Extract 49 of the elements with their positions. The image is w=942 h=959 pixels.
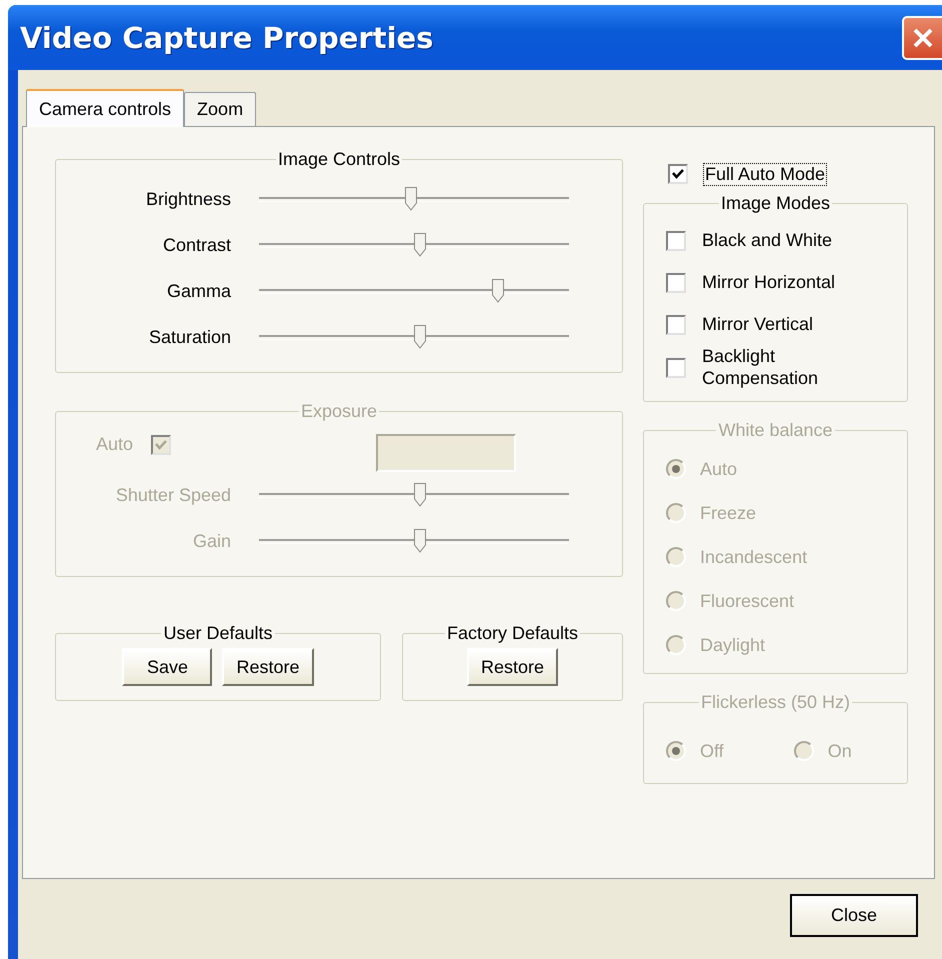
slider[interactable] bbox=[259, 278, 569, 304]
radio-label: Off bbox=[700, 740, 724, 762]
slider-thumb[interactable] bbox=[414, 325, 426, 349]
checkbox-label: Black and White bbox=[702, 230, 832, 252]
radio-label: Auto bbox=[700, 458, 738, 480]
close-button[interactable]: Close bbox=[790, 894, 918, 937]
slider-label: Gain bbox=[192, 530, 231, 552]
slider-label: Contrast bbox=[162, 234, 231, 256]
checkbox[interactable] bbox=[666, 273, 686, 293]
slider-thumb[interactable] bbox=[414, 233, 426, 257]
slider-label: Shutter Speed bbox=[116, 484, 231, 506]
group-title: Image Controls bbox=[276, 149, 402, 170]
group-title: Exposure bbox=[300, 401, 378, 422]
checkbox-label: Backlight Compensation bbox=[702, 346, 820, 390]
radio-label: Freeze bbox=[700, 502, 756, 524]
slider-thumb[interactable] bbox=[404, 187, 417, 211]
defaults-button[interactable]: Save bbox=[122, 648, 212, 686]
checkbox-label: Mirror Horizontal bbox=[702, 272, 836, 294]
close-icon[interactable] bbox=[902, 16, 942, 60]
group-title: Factory Defaults bbox=[446, 623, 580, 644]
group-title: White balance bbox=[717, 420, 834, 442]
slider[interactable] bbox=[259, 324, 569, 350]
radio-label: Incandescent bbox=[700, 546, 808, 568]
checkbox[interactable] bbox=[666, 231, 686, 251]
checkbox-label: Mirror Vertical bbox=[702, 314, 814, 336]
slider-label: Brightness bbox=[146, 188, 231, 210]
slider-thumb[interactable] bbox=[492, 279, 504, 303]
checkbox-label: Full Auto Mode bbox=[704, 164, 826, 184]
checkbox-label: Auto bbox=[96, 434, 134, 455]
radio-label: Fluorescent bbox=[700, 590, 794, 612]
checkmark-icon bbox=[155, 438, 168, 450]
slider[interactable] bbox=[259, 186, 569, 212]
tab[interactable]: Zoom bbox=[184, 92, 256, 126]
group-title: Image Modes bbox=[720, 193, 832, 214]
group-title: User Defaults bbox=[162, 623, 274, 644]
checkbox[interactable] bbox=[666, 315, 686, 335]
slider-label: Saturation bbox=[148, 326, 231, 348]
defaults-button[interactable]: Restore bbox=[222, 648, 314, 686]
checkmark-icon bbox=[672, 168, 684, 180]
tab[interactable]: Camera controls bbox=[26, 89, 184, 127]
slider[interactable] bbox=[259, 232, 569, 258]
slider-label: Gamma bbox=[166, 280, 231, 302]
window-title: Video Capture Properties bbox=[20, 20, 434, 54]
radio-label: On bbox=[828, 740, 852, 762]
group-title: Flickerless (50 Hz) bbox=[700, 692, 852, 714]
defaults-button[interactable]: Restore bbox=[466, 648, 558, 686]
checkbox[interactable] bbox=[666, 358, 686, 378]
radio-label: Daylight bbox=[700, 634, 766, 656]
checkbox[interactable] bbox=[668, 164, 688, 184]
